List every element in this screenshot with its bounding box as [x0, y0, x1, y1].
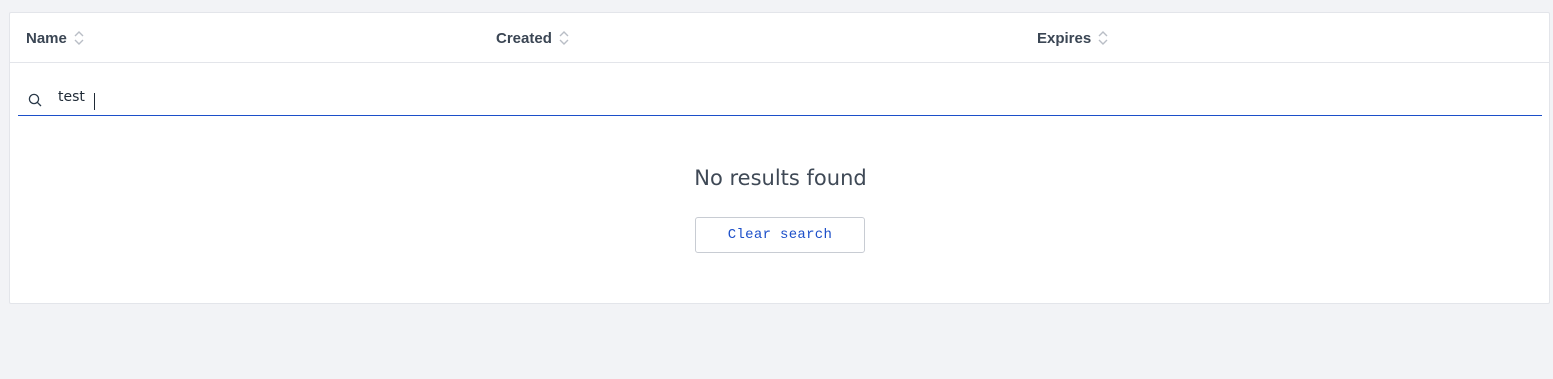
sort-icon [1098, 31, 1108, 45]
search-icon [28, 93, 42, 107]
table-header-row: Name Created Expires [10, 13, 1549, 63]
empty-state-message: No results found [694, 166, 867, 190]
text-cursor [94, 93, 95, 110]
clear-search-button[interactable]: Clear search [695, 217, 865, 253]
column-header-name-label: Name [26, 29, 67, 47]
sort-icon [559, 31, 569, 45]
search-input[interactable] [58, 85, 1528, 109]
search-bar [18, 75, 1542, 116]
column-header-created[interactable]: Created [496, 13, 570, 63]
results-table-card: Name Created Expires test No results fou… [9, 12, 1550, 304]
column-header-expires-label: Expires [1037, 29, 1092, 47]
sort-icon [74, 31, 84, 45]
column-header-expires[interactable]: Expires [1037, 13, 1109, 63]
column-header-name[interactable]: Name [26, 13, 85, 63]
column-header-created-label: Created [496, 29, 552, 47]
